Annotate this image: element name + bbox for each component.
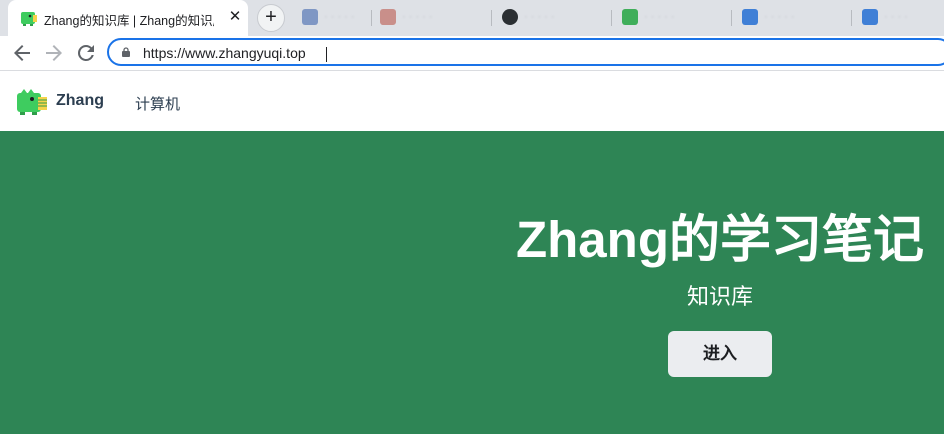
- tab-favicon-icon: [622, 9, 638, 25]
- arrow-left-icon[interactable]: [10, 41, 34, 65]
- active-tab-title: Zhang的知识库 | Zhang的知识库: [44, 14, 214, 28]
- hero-title: Zhang的学习笔记: [516, 211, 924, 268]
- plus-icon[interactable]: +: [257, 4, 285, 32]
- browser-tab-active[interactable]: Zhang的知识库 | Zhang的知识库 ✕: [8, 0, 248, 36]
- browser-tab-inactive[interactable]: · · · ·: [854, 0, 944, 36]
- reload-icon[interactable]: [74, 41, 98, 65]
- tab-favicon-icon: [862, 9, 878, 25]
- tab-favicon-icon: [380, 9, 396, 25]
- site-brand[interactable]: Zhang: [56, 92, 104, 110]
- nav-link-computer[interactable]: 计算机: [135, 93, 180, 114]
- browser-tab-inactive[interactable]: · · · · ·: [734, 0, 852, 36]
- text-caret: [326, 47, 327, 62]
- browser-tab-inactive[interactable]: · · · · ·: [494, 0, 612, 36]
- tab-favicon-icon: [742, 9, 758, 25]
- tab-separator: [491, 10, 492, 26]
- tab-separator: [731, 10, 732, 26]
- tab-favicon-icon: [302, 9, 318, 25]
- browser-toolbar: https://www.zhangyuqi.top: [0, 36, 944, 71]
- browser-tab-inactive[interactable]: · · · · ·: [372, 0, 492, 36]
- address-bar[interactable]: https://www.zhangyuqi.top: [107, 38, 944, 66]
- tab-separator: [851, 10, 852, 26]
- site-navbar: Zhang 计算机: [0, 71, 944, 131]
- url-text[interactable]: https://www.zhangyuqi.top: [143, 45, 306, 61]
- tab-separator: [611, 10, 612, 26]
- browser-tab-inactive[interactable]: · · · · ·: [614, 0, 732, 36]
- lock-icon: [122, 47, 130, 57]
- hero-banner: Zhang的学习笔记 知识库 进入: [0, 131, 944, 434]
- github-icon: [502, 9, 518, 25]
- enter-button[interactable]: 进入: [668, 331, 772, 377]
- dinosaur-logo-icon[interactable]: [16, 88, 48, 116]
- dinosaur-logo-icon: [21, 12, 37, 26]
- hero-subtitle: 知识库: [686, 284, 753, 309]
- close-icon[interactable]: ✕: [227, 9, 243, 25]
- browser-tab-inactive[interactable]: · · · · ·: [294, 0, 372, 36]
- browser-tab-strip: Zhang的知识库 | Zhang的知识库 ✕ + · · · · · · · …: [0, 0, 944, 36]
- arrow-right-icon[interactable]: [42, 41, 66, 65]
